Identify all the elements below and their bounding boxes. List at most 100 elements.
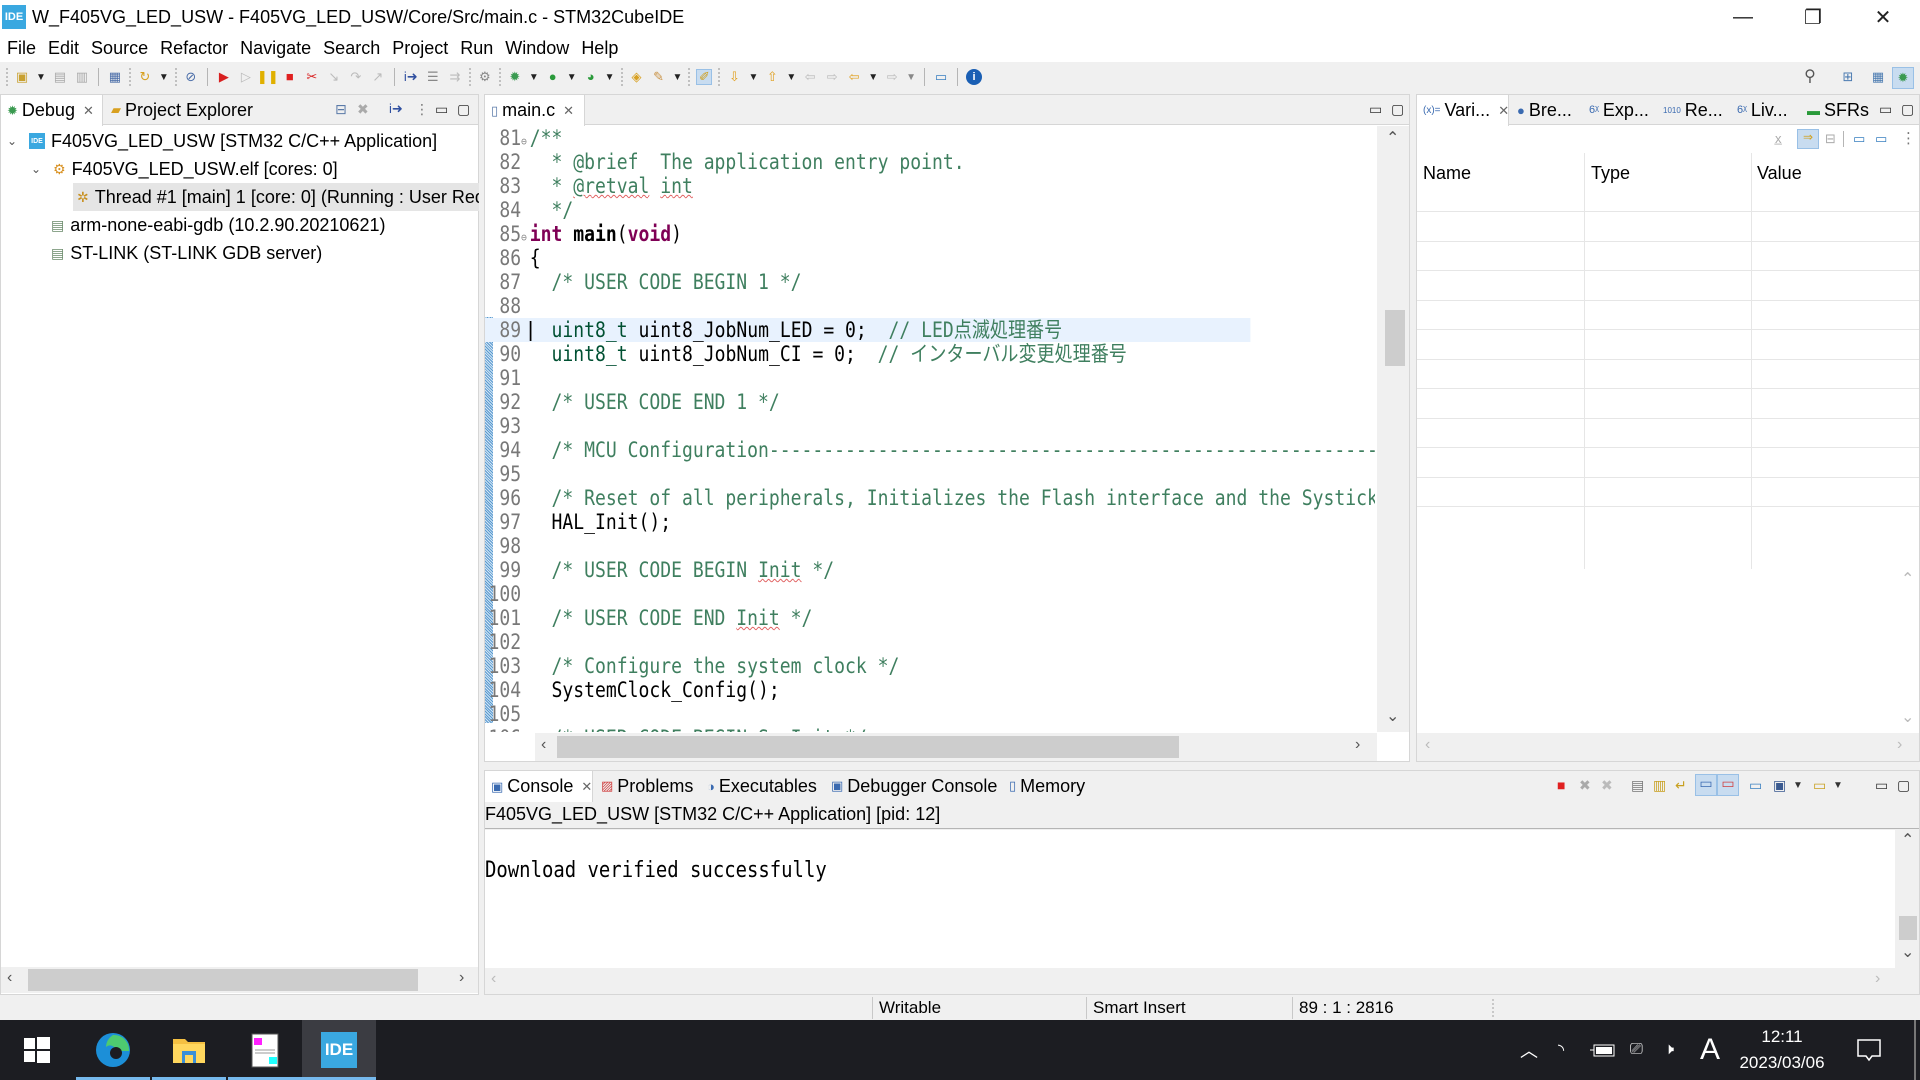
code-line[interactable]: 81⊖/** — [485, 126, 1250, 150]
skip-breakpoints-icon[interactable]: ⊘ — [183, 69, 199, 85]
external-tools-icon[interactable]: ⚙ — [477, 69, 493, 85]
tab-sfrs[interactable]: ▬ SFRs — [1801, 95, 1875, 125]
save-icon[interactable]: ▤ — [52, 69, 68, 85]
step-into-icon[interactable]: ↘ — [326, 69, 342, 85]
build-icon[interactable]: ↻ — [137, 69, 153, 85]
close-icon[interactable]: ✕ — [1498, 103, 1509, 119]
back-icon[interactable]: ⇦ — [846, 69, 862, 85]
cpp-perspective-icon[interactable]: ▦ — [1870, 69, 1886, 85]
detail-vscrollbar[interactable]: ⌃ ⌄ — [1895, 569, 1919, 731]
battery-button[interactable] — [1590, 1020, 1616, 1080]
run-dropdown[interactable]: ▼ — [567, 72, 577, 83]
maximize-view-icon[interactable]: ▢ — [1897, 777, 1910, 794]
code-line[interactable]: 87 /* USER CODE BEGIN 1 */ — [485, 270, 1250, 294]
close-icon[interactable]: ✕ — [83, 103, 94, 119]
use-step-filters-icon[interactable]: ⇉ — [447, 69, 463, 85]
taskbar-edge[interactable] — [76, 1020, 150, 1080]
close-icon[interactable]: ✕ — [563, 103, 574, 119]
collapse-all-icon[interactable]: ⊟ — [1825, 131, 1836, 147]
show-console-on-output-icon[interactable]: ▭ — [1695, 774, 1717, 796]
toggle-mark-occurrences-icon[interactable]: ✐ — [696, 69, 713, 85]
scroll-down-icon[interactable]: ⌄ — [1901, 707, 1914, 727]
open-console-dropdown[interactable]: ▼ — [1833, 780, 1843, 791]
code-line[interactable]: 83 * @retval int — [485, 174, 1250, 198]
code-editor[interactable]: 81⊖/** 82 * @brief The application entry … — [485, 126, 1375, 732]
remove-all-terminated-icon[interactable]: ✖ — [1601, 777, 1613, 794]
taskbar-stm32cubeide[interactable]: IDE — [302, 1020, 376, 1080]
show-logical-structure-icon[interactable]: ⇒ — [1797, 129, 1819, 149]
remove-launch-icon[interactable]: ✖ — [1579, 777, 1591, 794]
code-line[interactable]: 100 — [485, 582, 1250, 606]
column-header-name[interactable]: Name — [1417, 153, 1585, 211]
scroll-down-icon[interactable]: ⌄ — [1901, 942, 1914, 962]
scroll-left-icon[interactable]: ‹ — [541, 736, 546, 754]
debug-perspective-icon[interactable]: ✹ — [1892, 67, 1914, 89]
code-line[interactable]: 105 — [485, 702, 1250, 726]
code-line[interactable]: 90 uint8_t uint8_JobNum_CI = 0; // インターバ… — [485, 342, 1250, 366]
network-button[interactable]: ◝ — [1558, 1020, 1564, 1080]
open-perspective-icon[interactable]: ⊞ — [1840, 69, 1856, 85]
suspend-icon[interactable]: ❚❚ — [257, 69, 279, 85]
column-header-value[interactable]: Value — [1751, 153, 1919, 211]
previous-annotation-dropdown[interactable]: ▼ — [786, 72, 796, 83]
tab-main-c[interactable]: ▯ main.c ✕ — [485, 95, 585, 126]
variables-hscrollbar[interactable]: ‹ › — [1417, 733, 1919, 761]
console-output[interactable]: Download verified successfully ⌃ ⌄ ‹ › — [485, 830, 1919, 994]
start-button[interactable] — [0, 1020, 74, 1080]
debug-icon[interactable]: ✹ — [507, 69, 523, 85]
console-vscrollbar[interactable]: ⌃ ⌄ — [1895, 830, 1919, 968]
pin-console-icon[interactable]: ▭ — [1749, 777, 1762, 794]
taskbar-file-explorer[interactable] — [152, 1020, 226, 1080]
drop-to-frame-icon[interactable]: ☰ — [425, 69, 441, 85]
ime-button[interactable]: A — [1700, 1020, 1720, 1080]
menu-run[interactable]: Run — [454, 38, 499, 59]
scroll-up-icon[interactable]: ⌃ — [1386, 128, 1399, 148]
menu-edit[interactable]: Edit — [42, 38, 85, 59]
tab-registers[interactable]: 1010 Re... — [1657, 95, 1729, 125]
run-external-icon[interactable]: ◕ — [583, 69, 599, 85]
code-line[interactable]: 102 — [485, 630, 1250, 654]
scrollbar-thumb[interactable] — [28, 969, 418, 991]
menu-help[interactable]: Help — [575, 38, 624, 59]
open-task-icon[interactable]: ✎ — [651, 69, 667, 85]
toolbar-grip[interactable] — [6, 68, 8, 86]
tab-variables[interactable]: (x)= Vari... ✕ — [1417, 95, 1509, 126]
search-icon[interactable]: ⚲ — [1802, 69, 1818, 85]
scroll-right-icon[interactable]: › — [459, 969, 464, 987]
code-line[interactable]: 104 SystemClock_Config(); — [485, 678, 1250, 702]
menu-project[interactable]: Project — [386, 38, 454, 59]
tree-item-thread[interactable]: ✲ Thread #1 [main] 1 [core: 0] (Running … — [73, 183, 479, 211]
build-dropdown[interactable]: ▼ — [159, 72, 169, 83]
tab-project-explorer[interactable]: ▰ Project Explorer — [105, 95, 259, 125]
code-line[interactable]: 84 */ — [485, 198, 1250, 222]
column-header-type[interactable]: Type — [1585, 153, 1751, 211]
open-console-icon[interactable]: ▭ — [1813, 777, 1826, 794]
next-annotation-dropdown[interactable]: ▼ — [748, 72, 758, 83]
close-button[interactable]: ✕ — [1852, 0, 1914, 34]
code-line[interactable]: 94 /* MCU Configuration-----------------… — [485, 438, 1375, 462]
code-line[interactable]: 92 /* USER CODE END 1 */ — [485, 390, 1250, 414]
open-type-icon[interactable]: ◈ — [629, 69, 645, 85]
open-task-dropdown[interactable]: ▼ — [673, 72, 683, 83]
code-line[interactable]: 99 /* USER CODE BEGIN Init */ — [485, 558, 1250, 582]
view-menu-icon[interactable]: ⋮ — [415, 101, 429, 118]
camera-button[interactable]: ⎚ — [1630, 1020, 1643, 1080]
back-dropdown[interactable]: ▼ — [868, 72, 878, 83]
word-wrap-icon[interactable]: ↵ — [1675, 777, 1687, 794]
next-annotation-icon[interactable]: ⇩ — [726, 69, 742, 85]
tab-debug[interactable]: ✹ Debug ✕ — [1, 95, 103, 126]
minimize-button[interactable]: — — [1712, 0, 1774, 34]
code-line[interactable]: 91 — [485, 366, 1250, 390]
tree-item-launch[interactable]: ⌄ IDE F405VG_LED_USW [STM32 C/C++ Applic… — [7, 127, 437, 155]
show-type-names-icon[interactable]: x̲ — [1775, 131, 1782, 146]
scroll-lock-icon[interactable]: ▥ — [1653, 777, 1666, 794]
forward-icon[interactable]: ⇨ — [884, 69, 900, 85]
info-icon[interactable]: i — [966, 69, 983, 85]
chevron-down-icon[interactable]: ⌄ — [7, 134, 21, 148]
instruction-stepping-icon[interactable]: i➜ — [403, 69, 419, 85]
restart-icon[interactable]: ▶ — [216, 69, 232, 85]
scrollbar-thumb[interactable] — [1385, 310, 1405, 366]
terminate-icon[interactable]: ■ — [1557, 777, 1565, 793]
menu-navigate[interactable]: Navigate — [234, 38, 317, 59]
scroll-left-icon[interactable]: ‹ — [491, 970, 496, 988]
